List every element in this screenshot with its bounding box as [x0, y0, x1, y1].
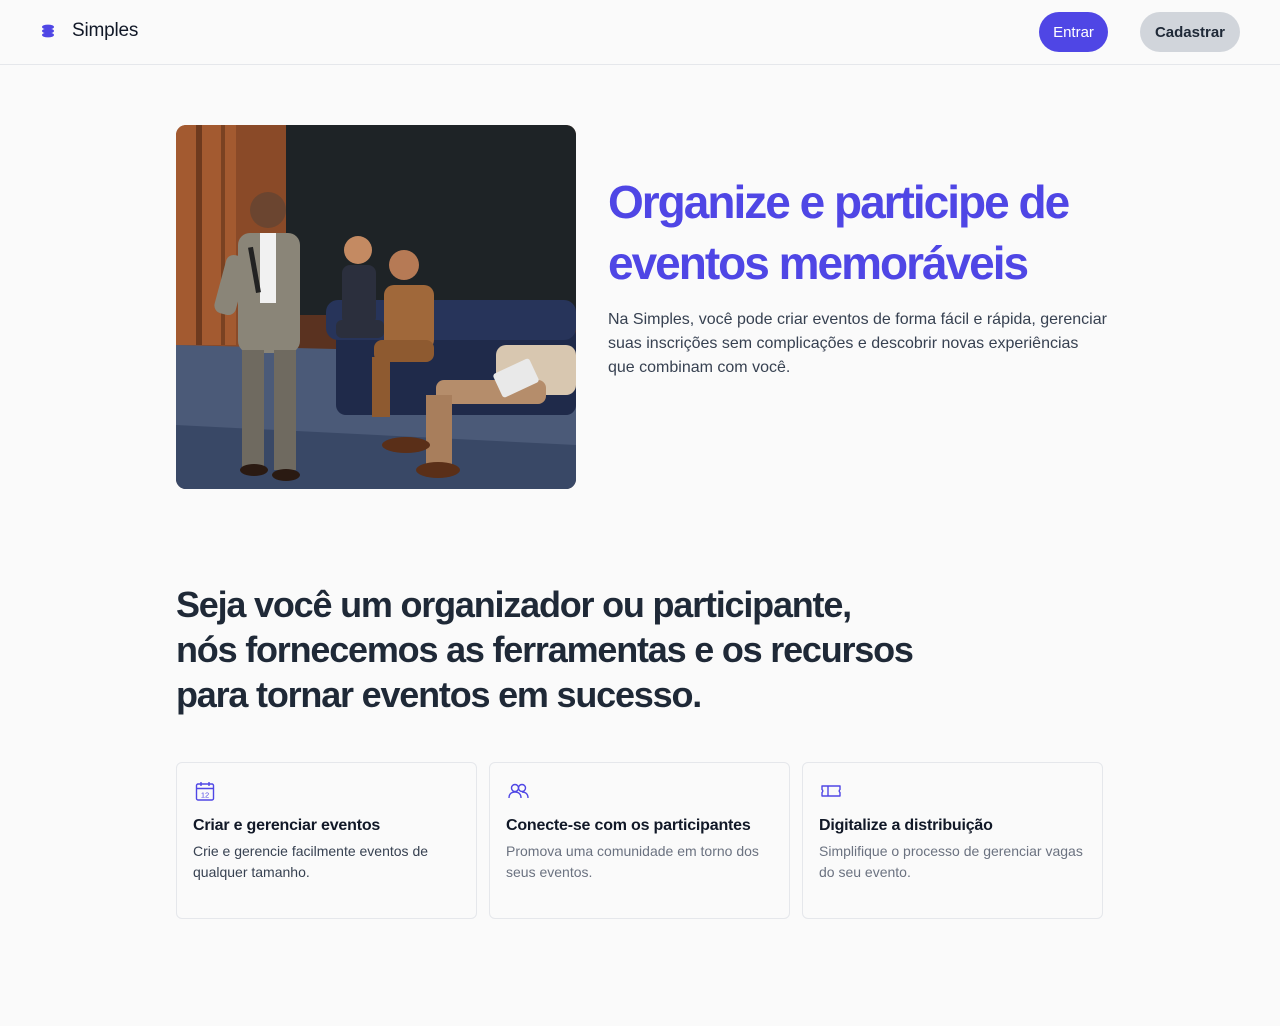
- feature-card-create-events: 12 Criar e gerenciar eventos Crie e gere…: [176, 762, 477, 919]
- hero-description: Na Simples, você pode criar eventos de f…: [608, 311, 1107, 376]
- feature-card-digitalize-distribution: Digitalize a distribuição Simplifique o …: [802, 762, 1103, 919]
- hero-photo: [176, 125, 576, 489]
- users-icon: [508, 783, 529, 799]
- feature-description: Crie e gerencie facilmente eventos de qu…: [193, 843, 429, 880]
- feature-card-connect-participants: Conecte-se com os participantes Promova …: [489, 762, 790, 919]
- brand-name: Simples: [72, 20, 139, 41]
- login-button[interactable]: Entrar: [1039, 12, 1108, 52]
- feature-title: Criar e gerenciar eventos: [193, 817, 381, 834]
- feature-title: Digitalize a distribuição: [819, 817, 993, 834]
- calendar-icon: 12: [195, 782, 215, 801]
- signup-button[interactable]: Cadastrar: [1140, 12, 1240, 52]
- stack-icon: [42, 24, 54, 38]
- top-navbar: Simples Entrar Cadastrar: [0, 0, 1280, 65]
- feature-description: Promova uma comunidade em torno dos seus…: [506, 843, 759, 880]
- ticket-icon: [821, 785, 841, 797]
- calendar-icon-text: 12: [201, 791, 209, 800]
- brand-logo[interactable]: Simples: [40, 20, 138, 42]
- feature-description: Simplifique o processo de gerenciar vaga…: [819, 843, 1083, 880]
- feature-title: Conecte-se com os participantes: [506, 817, 751, 834]
- features-heading: Seja você um organizador ou participante…: [176, 584, 914, 715]
- hero-title: Organize e participe de eventos memoráve…: [608, 176, 1070, 289]
